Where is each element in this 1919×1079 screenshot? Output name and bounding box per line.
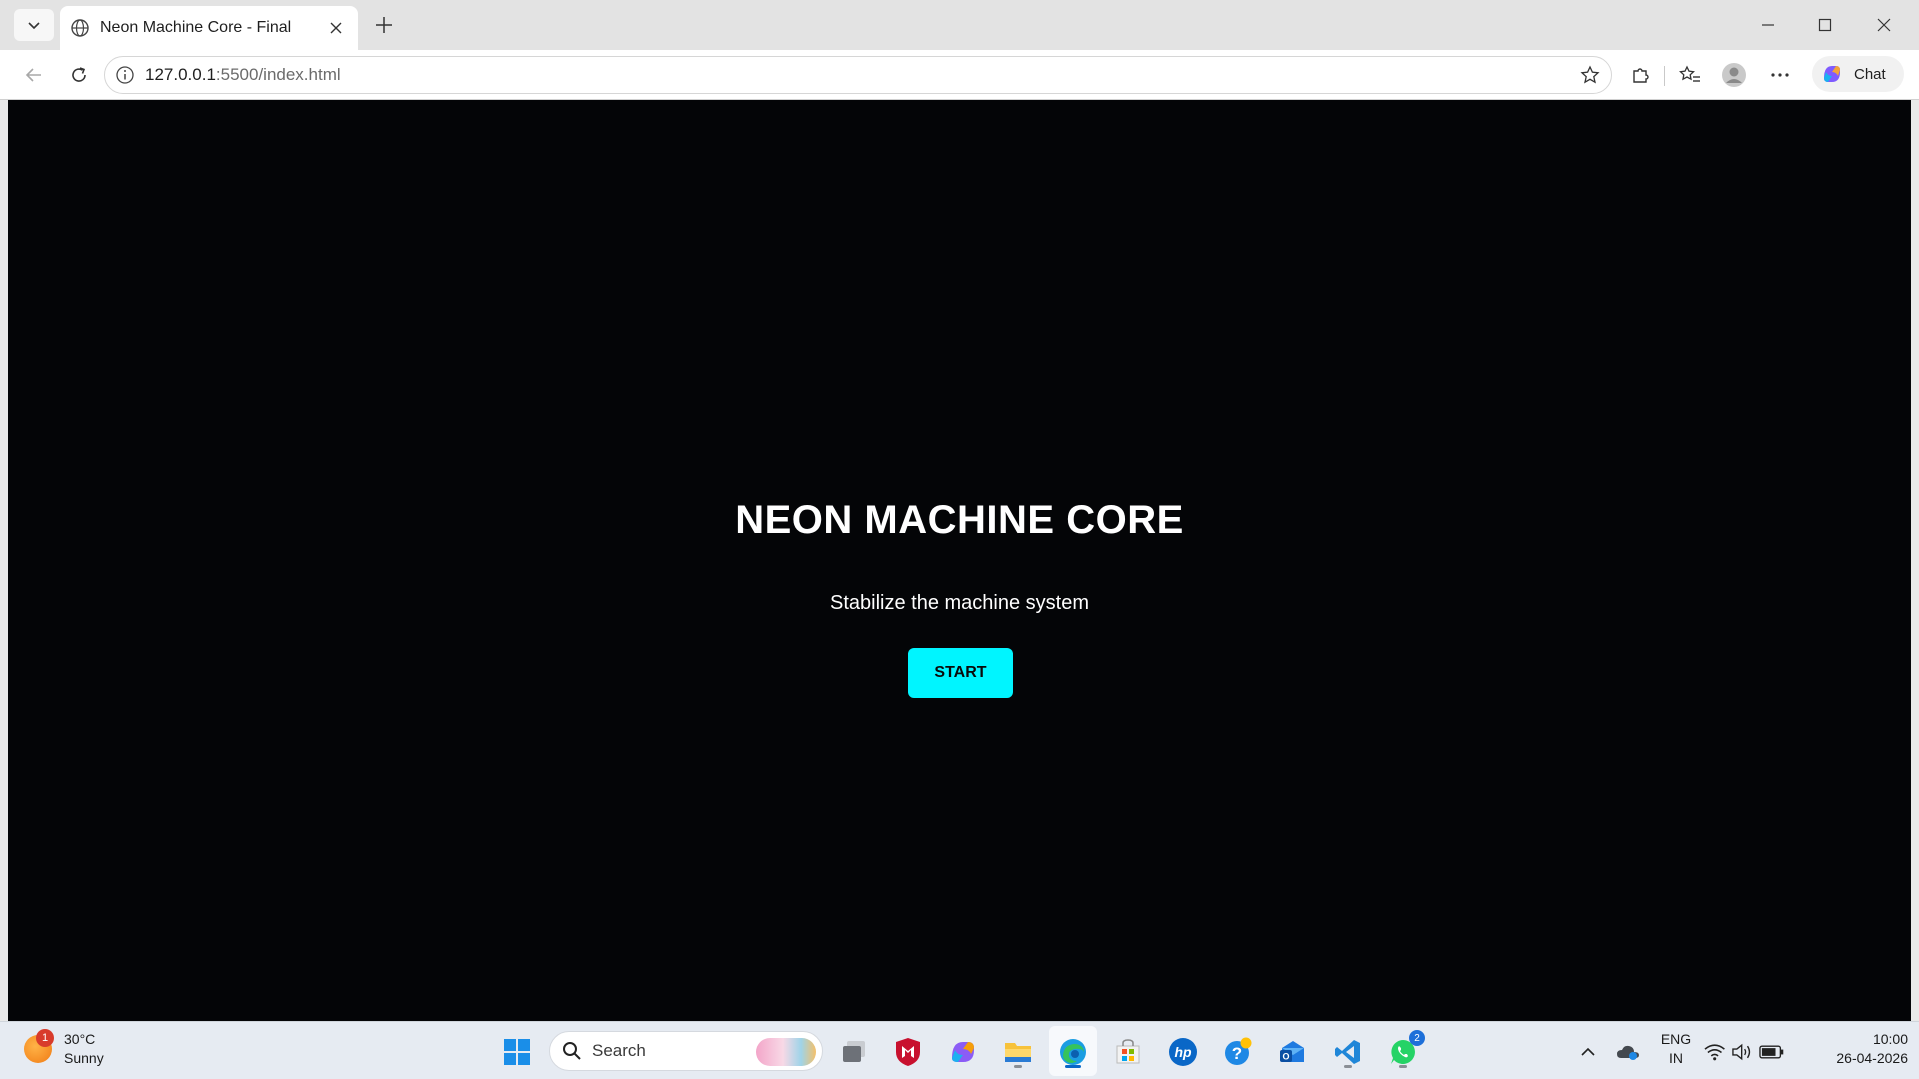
copilot-icon bbox=[952, 1042, 974, 1062]
mcafee-icon bbox=[896, 1038, 920, 1066]
wifi-icon bbox=[1704, 1044, 1725, 1061]
get-help-app[interactable]: ? bbox=[1220, 1034, 1256, 1070]
maximize-icon bbox=[1818, 18, 1831, 32]
arrow-left-icon bbox=[25, 68, 41, 82]
reload-button[interactable] bbox=[62, 59, 96, 91]
cloud-sync-icon bbox=[1617, 1045, 1639, 1060]
close-icon bbox=[1877, 18, 1890, 32]
edge-icon bbox=[1060, 1039, 1086, 1065]
url-path: :5500/index.html bbox=[215, 65, 341, 84]
running-indicator bbox=[1014, 1065, 1022, 1068]
language-indicator[interactable]: ENG IN bbox=[1658, 1030, 1694, 1068]
screen: Neon Machine Core - Final 127.0.0.1:5500… bbox=[0, 0, 1919, 1079]
weather-badge: 1 bbox=[36, 1029, 54, 1047]
page-subtitle: Stabilize the machine system bbox=[829, 592, 1089, 614]
whatsapp-badge: 2 bbox=[1409, 1030, 1425, 1046]
profile-button[interactable] bbox=[1717, 59, 1751, 91]
file-explorer-app[interactable] bbox=[1000, 1034, 1036, 1070]
weather-widget[interactable]: 1 30°C Sunny bbox=[24, 1029, 104, 1068]
vscode-icon bbox=[1335, 1040, 1360, 1064]
running-indicator bbox=[1344, 1065, 1352, 1068]
start-button[interactable]: START bbox=[908, 648, 1013, 698]
chat-label: Chat bbox=[1854, 65, 1886, 83]
clock[interactable]: 10:00 26-04-2026 bbox=[1812, 1030, 1908, 1068]
task-view-icon bbox=[843, 1041, 865, 1062]
mcafee-app[interactable] bbox=[890, 1034, 926, 1070]
quick-settings-button[interactable] bbox=[1704, 1034, 1784, 1070]
clock-date: 26-04-2026 bbox=[1836, 1050, 1908, 1066]
running-indicator bbox=[1399, 1065, 1407, 1068]
minimize-icon bbox=[1761, 24, 1774, 26]
taskbar: 1 30°C Sunny Search hp ? O 2 ENG IN 10:0… bbox=[0, 1021, 1919, 1079]
more-horizontal-icon bbox=[1771, 73, 1789, 77]
sun-icon: 1 bbox=[24, 1029, 54, 1063]
new-tab-button[interactable] bbox=[368, 9, 400, 41]
vscode-app[interactable] bbox=[1330, 1034, 1366, 1070]
page-title: NEON MACHINE CORE bbox=[735, 498, 1184, 542]
favorites-list-icon bbox=[1679, 65, 1700, 82]
svg-text:hp: hp bbox=[1174, 1044, 1192, 1060]
browser-tab-strip: Neon Machine Core - Final bbox=[0, 0, 1919, 50]
microsoft-store-app[interactable] bbox=[1110, 1034, 1146, 1070]
taskbar-search[interactable]: Search bbox=[549, 1031, 823, 1071]
outlook-icon: O bbox=[1280, 1041, 1304, 1062]
copilot-chat-button[interactable]: Chat bbox=[1812, 56, 1904, 92]
url-host: 127.0.0.1 bbox=[145, 65, 216, 84]
tab-actions-menu-button[interactable] bbox=[14, 9, 54, 41]
copilot-app[interactable] bbox=[945, 1034, 981, 1070]
extensions-button[interactable] bbox=[1623, 59, 1657, 91]
start-menu-button[interactable] bbox=[499, 1034, 535, 1070]
tab-close-button[interactable] bbox=[322, 14, 350, 42]
language-code: ENG bbox=[1660, 1031, 1692, 1047]
windows-start-icon bbox=[504, 1039, 530, 1065]
show-hidden-icons-button[interactable] bbox=[1570, 1034, 1606, 1070]
svg-text:O: O bbox=[1282, 1052, 1289, 1062]
volume-icon bbox=[1732, 1043, 1751, 1061]
microsoft-store-icon bbox=[1116, 1039, 1140, 1064]
avatar-icon bbox=[1722, 63, 1746, 87]
clock-time: 10:00 bbox=[1872, 1031, 1908, 1047]
browser-tab[interactable]: Neon Machine Core - Final bbox=[60, 6, 358, 50]
svg-text:?: ? bbox=[1232, 1044, 1242, 1063]
search-highlight-image bbox=[756, 1038, 816, 1066]
back-button[interactable] bbox=[17, 59, 51, 91]
battery-icon bbox=[1759, 1045, 1784, 1059]
info-icon bbox=[116, 66, 134, 84]
language-region: IN bbox=[1669, 1050, 1683, 1066]
chevron-down-icon bbox=[28, 22, 40, 30]
star-icon bbox=[1580, 65, 1600, 84]
hp-icon: hp bbox=[1169, 1038, 1197, 1066]
get-help-icon: ? bbox=[1225, 1037, 1252, 1065]
globe-icon bbox=[71, 19, 89, 37]
refresh-icon bbox=[72, 67, 86, 82]
window-close-button[interactable] bbox=[1855, 0, 1912, 50]
favorites-button[interactable] bbox=[1673, 59, 1707, 91]
puzzle-icon bbox=[1633, 68, 1649, 83]
minimize-button[interactable] bbox=[1739, 0, 1796, 50]
tab-title: Neon Machine Core - Final bbox=[100, 19, 292, 36]
weather-condition: Sunny bbox=[64, 1050, 104, 1066]
plus-icon bbox=[376, 17, 392, 33]
running-indicator-active bbox=[1065, 1065, 1081, 1068]
onedrive-tray-button[interactable] bbox=[1610, 1034, 1646, 1070]
close-icon bbox=[330, 22, 342, 34]
toolbar-separator bbox=[1664, 66, 1665, 86]
search-icon bbox=[563, 1042, 581, 1060]
favorite-button[interactable] bbox=[1575, 61, 1605, 89]
edge-app[interactable] bbox=[1055, 1034, 1091, 1070]
task-view-button[interactable] bbox=[837, 1034, 873, 1070]
outlook-app[interactable]: O bbox=[1275, 1034, 1311, 1070]
browser-toolbar: 127.0.0.1:5500/index.html Chat bbox=[0, 50, 1919, 100]
copilot-icon bbox=[1824, 66, 1840, 82]
maximize-button[interactable] bbox=[1796, 0, 1853, 50]
search-placeholder: Search bbox=[592, 1041, 646, 1060]
chevron-up-icon bbox=[1581, 1047, 1595, 1056]
whatsapp-app[interactable]: 2 bbox=[1385, 1030, 1425, 1070]
hp-app[interactable]: hp bbox=[1165, 1034, 1201, 1070]
weather-temp: 30°C bbox=[64, 1031, 96, 1047]
file-explorer-icon bbox=[1005, 1043, 1031, 1062]
address-bar[interactable]: 127.0.0.1:5500/index.html bbox=[104, 56, 1612, 94]
page-viewport: NEON MACHINE CORE Stabilize the machine … bbox=[8, 100, 1911, 1021]
settings-more-button[interactable] bbox=[1763, 59, 1797, 91]
